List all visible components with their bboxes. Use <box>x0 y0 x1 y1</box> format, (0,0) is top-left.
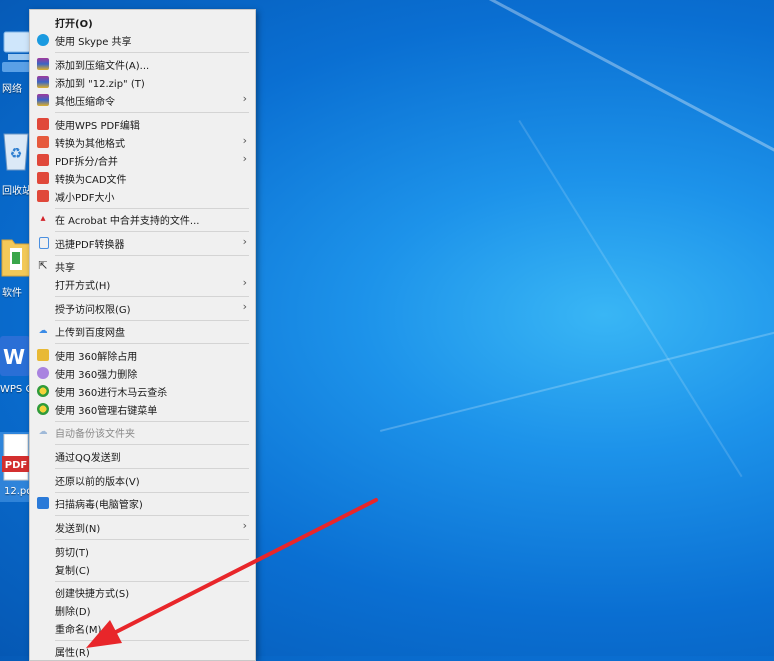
annotation-arrow <box>86 498 378 648</box>
